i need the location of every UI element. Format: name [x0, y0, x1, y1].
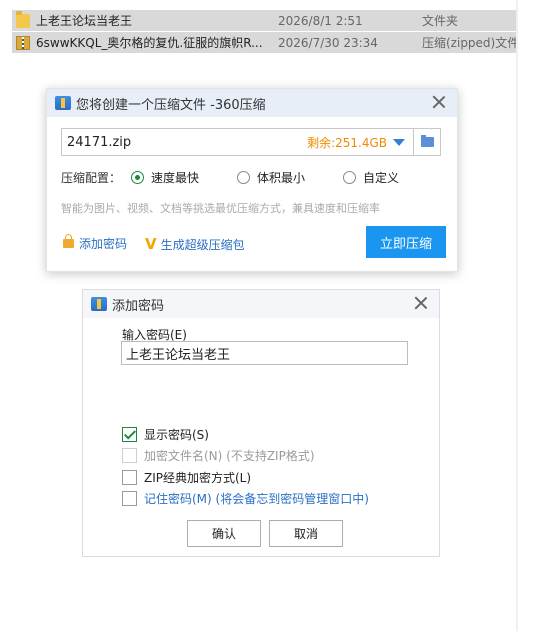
compress-config-label: 压缩配置： — [61, 171, 122, 185]
show-password-checkbox[interactable]: 显示密码(S) — [122, 426, 209, 443]
checkbox-label: 显示密码(S) — [144, 428, 209, 442]
checkbox-disabled-icon — [122, 448, 137, 463]
confirm-button[interactable]: 确认 — [187, 520, 261, 547]
file-type: 压缩(zipped)文件 — [422, 36, 516, 50]
folder-icon — [16, 10, 30, 28]
file-name: 6swwKKQL_奥尔格的复仇.征服的旗帜R... — [36, 36, 263, 50]
add-password-label: 添加密码 — [79, 237, 128, 251]
encrypt-filenames-checkbox[interactable]: 加密文件名(N) (不支持ZIP格式) — [122, 447, 315, 464]
file-date: 2026/7/30 23:34 — [278, 35, 378, 50]
cancel-button[interactable]: 取消 — [269, 520, 343, 547]
file-name: 上老王论坛当老王 — [36, 14, 133, 28]
radio-empty-icon — [343, 171, 357, 184]
add-password-link[interactable]: 添加密码 — [63, 234, 128, 252]
v-badge-icon: V — [145, 235, 157, 253]
radio-custom[interactable]: 自定义 — [343, 169, 399, 186]
folder-icon — [420, 135, 434, 147]
compress-config-row: 压缩配置： 速度最快 体积最小 自定义 — [61, 169, 437, 186]
password-dialog: 添加密码 输入密码(E) 上老王论坛当老王 显示密码(S) 加密文件名(N) (… — [82, 289, 440, 557]
file-date: 2026/8/1 2:51 — [278, 13, 363, 28]
radio-selected-icon — [131, 171, 144, 184]
checkbox-checked-icon — [122, 427, 137, 442]
radio-fastest[interactable]: 速度最快 — [131, 169, 199, 186]
password-dialog-title: 添加密码 — [112, 298, 165, 314]
password-dialog-titlebar[interactable]: 添加密码 — [83, 290, 439, 318]
zip-icon — [16, 35, 30, 50]
compress-hint-text: 智能为图片、视频、文档等挑选最优压缩方式，兼具速度和压缩率 — [61, 202, 380, 215]
compress-dialog-title: 您将创建一个压缩文件 -360压缩 — [76, 97, 266, 113]
compress-now-button[interactable]: 立即压缩 — [366, 226, 446, 258]
file-type: 文件夹 — [422, 14, 459, 28]
archive-name-input[interactable]: 24171.zip — [62, 135, 307, 150]
remember-password-checkbox[interactable]: 记住密码(M) (将会备忘到密码管理窗口中) — [122, 490, 369, 507]
compress-dialog: 您将创建一个压缩文件 -360压缩 24171.zip 剩余:251.4GB 压… — [46, 88, 458, 272]
close-icon[interactable] — [413, 295, 429, 311]
browse-folder-button[interactable] — [414, 129, 440, 155]
radio-label: 体积最小 — [257, 171, 306, 185]
radio-label: 速度最快 — [151, 171, 200, 185]
zip-classic-encryption-checkbox[interactable]: ZIP经典加密方式(L) — [122, 469, 251, 486]
free-space-label: 剩余:251.4GB — [307, 135, 387, 150]
super-pack-label: 生成超级压缩包 — [160, 237, 245, 252]
checkbox-label: 记住密码(M) (将会备忘到密码管理窗口中) — [144, 492, 369, 506]
checkbox-label: 加密文件名(N) (不支持ZIP格式) — [144, 449, 315, 463]
checkbox-empty-icon — [122, 491, 137, 506]
360zip-app-icon — [55, 96, 71, 110]
radio-empty-icon — [237, 171, 251, 184]
file-row-zip[interactable]: 6swwKKQL_奥尔格的复仇.征服的旗帜R... 2026/7/30 23:3… — [12, 32, 516, 53]
lock-icon — [63, 234, 74, 248]
archive-name-field[interactable]: 24171.zip 剩余:251.4GB — [61, 128, 441, 156]
file-row-folder[interactable]: 上老王论坛当老王 2026/8/1 2:51 文件夹 — [12, 10, 516, 31]
radio-label: 自定义 — [363, 171, 400, 185]
chevron-down-icon[interactable] — [393, 138, 405, 146]
close-icon[interactable] — [431, 94, 447, 110]
360zip-app-icon — [91, 297, 107, 311]
window-edge-divider — [516, 0, 518, 631]
checkbox-empty-icon — [122, 470, 137, 485]
super-pack-link[interactable]: V 生成超级压缩包 — [145, 235, 245, 253]
compress-dialog-titlebar[interactable]: 您将创建一个压缩文件 -360压缩 — [47, 89, 457, 117]
checkbox-label: ZIP经典加密方式(L) — [144, 471, 252, 485]
password-input[interactable]: 上老王论坛当老王 — [121, 341, 408, 365]
radio-smallest[interactable]: 体积最小 — [237, 169, 305, 186]
